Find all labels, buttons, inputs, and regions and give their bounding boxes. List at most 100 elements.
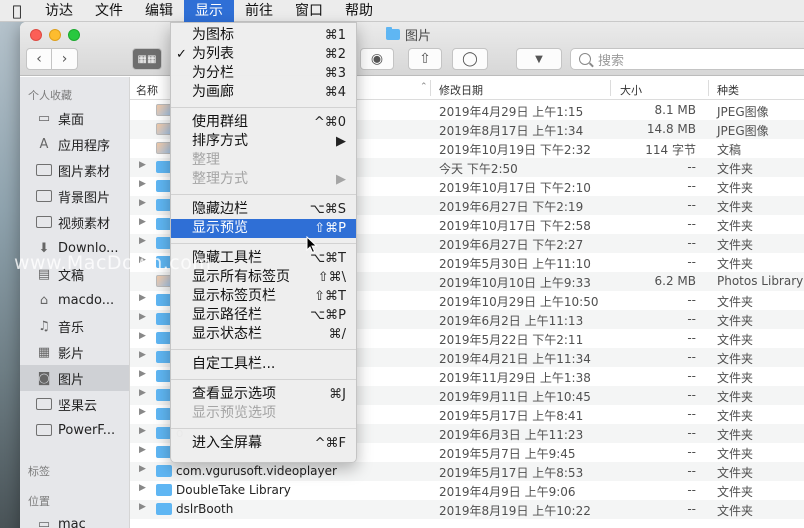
quicklook-button[interactable]: ◉: [360, 48, 394, 70]
disclosure-triangle-icon[interactable]: ▶: [139, 502, 146, 512]
row-date: 2019年4月29日 上午1:15: [439, 105, 584, 119]
sidebar-item-fav-7[interactable]: ⌂ macdo...: [20, 287, 129, 313]
row-size: --: [687, 160, 696, 174]
row-size: --: [687, 179, 696, 193]
share-button[interactable]: ⇧: [408, 48, 442, 70]
disclosure-triangle-icon[interactable]: ▶: [139, 217, 146, 227]
disclosure-triangle-icon[interactable]: ▶: [139, 350, 146, 360]
row-date: 2019年11月29日 上午1:38: [439, 371, 591, 385]
disclosure-triangle-icon[interactable]: ▶: [139, 483, 146, 493]
menu-item-label: 显示预览: [192, 220, 248, 236]
row-size: --: [687, 350, 696, 364]
menu-finder[interactable]: 访达: [34, 0, 84, 22]
close-window-button[interactable]: [30, 29, 42, 41]
menu-item-1[interactable]: ✓ 为列表 ⌘2: [171, 45, 356, 64]
folder-icon: [156, 465, 172, 477]
forward-button[interactable]: ›: [52, 48, 78, 70]
menu-view[interactable]: 显示: [184, 0, 234, 22]
music-icon: ♫: [38, 318, 50, 334]
sidebar-favorites-heading: 个人收藏: [28, 89, 72, 102]
sidebar-item-fav-3[interactable]: 背景图片: [20, 183, 129, 209]
column-header-kind[interactable]: 种类: [717, 82, 739, 98]
column-header-size[interactable]: 大小: [620, 82, 642, 98]
row-kind: 文件夹: [717, 333, 754, 347]
row-name: dslrBooth: [176, 502, 234, 516]
sidebar-item-fav-4[interactable]: 视频素材: [20, 209, 129, 235]
row-date: 2019年8月17日 上午1:34: [439, 124, 584, 138]
tag-button[interactable]: ◯: [452, 48, 488, 70]
disclosure-triangle-icon[interactable]: ▶: [139, 179, 146, 189]
menu-item-4[interactable]: 使用群组 ^⌘0: [171, 113, 356, 132]
menu-edit[interactable]: 编辑: [134, 0, 184, 22]
sidebar-item-fav-1[interactable]: A 应用程序: [20, 131, 129, 157]
sidebar-item-fav-10[interactable]: ◙ 图片: [20, 365, 129, 391]
sidebar-item-loc-0[interactable]: ▭ mac: [20, 511, 129, 528]
disclosure-triangle-icon[interactable]: ▶: [139, 369, 146, 379]
disclosure-triangle-icon[interactable]: ▶: [139, 236, 146, 246]
menu-go[interactable]: 前往: [234, 0, 284, 22]
menu-item-8[interactable]: 隐藏边栏 ⌥⌘S: [171, 200, 356, 219]
menu-item-9[interactable]: 显示预览 ⇧⌘P: [171, 219, 356, 238]
menu-item-2[interactable]: 为分栏 ⌘3: [171, 64, 356, 83]
back-button[interactable]: ‹: [26, 48, 52, 70]
disclosure-triangle-icon[interactable]: ▶: [139, 293, 146, 303]
grid-icon: ▦▦: [137, 53, 157, 65]
sidebar-item-label: macdo...: [58, 292, 115, 308]
row-kind: JPEG图像: [717, 105, 769, 119]
column-header-date[interactable]: 修改日期: [439, 82, 483, 98]
action-dropdown-button[interactable]: ▼: [516, 48, 562, 70]
table-row[interactable]: ▶ com.vgurusoft.videoplayer 2019年5月17日 上午8…: [130, 462, 804, 481]
disclosure-triangle-icon[interactable]: ▶: [139, 312, 146, 322]
menu-separator: [171, 428, 356, 429]
sidebar-item-label: 音乐: [58, 320, 85, 336]
menu-item-0[interactable]: 为图标 ⌘1: [171, 26, 356, 45]
row-date: 2019年6月2日 上午11:13: [439, 314, 584, 328]
checkmark-icon: ✓: [176, 47, 187, 62]
menu-item-14[interactable]: 显示状态栏 ⌘/: [171, 325, 356, 344]
apple-menu-icon[interactable]: : [0, 2, 34, 20]
zoom-window-button[interactable]: [68, 29, 80, 41]
menu-item-3[interactable]: 为画廊 ⌘4: [171, 83, 356, 102]
row-kind: 文件夹: [717, 238, 754, 252]
menu-help[interactable]: 帮助: [334, 0, 384, 22]
window-title: 图片: [386, 25, 431, 44]
disclosure-triangle-icon[interactable]: ▶: [139, 388, 146, 398]
disclosure-triangle-icon[interactable]: ▶: [139, 160, 146, 170]
movies-icon: ▦: [37, 344, 51, 360]
sidebar-item-fav-2[interactable]: 图片素材: [20, 157, 129, 183]
disclosure-triangle-icon[interactable]: ▶: [139, 198, 146, 208]
minimize-window-button[interactable]: [49, 29, 61, 41]
sidebar-item-fav-0[interactable]: ▭ 桌面: [20, 105, 129, 131]
menu-file[interactable]: 文件: [84, 0, 134, 22]
disclosure-triangle-icon[interactable]: ▶: [139, 407, 146, 417]
search-input[interactable]: 搜索: [570, 48, 804, 70]
column-header-name[interactable]: 名称: [136, 82, 158, 98]
table-row[interactable]: ▶ dslrBooth 2019年8月19日 上午10:22 -- 文件夹: [130, 500, 804, 519]
menu-item-label: 为分栏: [192, 65, 234, 81]
row-size: --: [687, 445, 696, 459]
sidebar-item-fav-9[interactable]: ▦ 影片: [20, 339, 129, 365]
menu-window[interactable]: 窗口: [284, 0, 334, 22]
menu-item-label: 查看显示选项: [192, 386, 276, 402]
menu-item-16[interactable]: 查看显示选项 ⌘J: [171, 385, 356, 404]
sidebar-item-fav-11[interactable]: 坚果云: [20, 391, 129, 417]
menu-separator: [171, 194, 356, 195]
menu-item-13[interactable]: 显示路径栏 ⌥⌘P: [171, 306, 356, 325]
disclosure-triangle-icon[interactable]: ▶: [139, 464, 146, 474]
menu-item-5[interactable]: 排序方式 ▶: [171, 132, 356, 151]
view-mode-button[interactable]: ▦▦: [132, 48, 162, 70]
table-row[interactable]: ▶ DoubleTake Library 2019年4月9日 上午9:06 -- 文件夹: [130, 481, 804, 500]
sidebar-item-fav-8[interactable]: ♫ 音乐: [20, 313, 129, 339]
row-kind: 文件夹: [717, 162, 754, 176]
folder-icon: [36, 164, 52, 176]
menu-item-15[interactable]: 自定工具栏...: [171, 355, 356, 374]
sidebar-item-fav-12[interactable]: PowerF...: [20, 417, 129, 443]
row-kind: 文件夹: [717, 466, 754, 480]
row-date: 2019年6月3日 上午11:23: [439, 428, 584, 442]
menu-item-12[interactable]: 显示标签页栏 ⇧⌘T: [171, 287, 356, 306]
disclosure-triangle-icon[interactable]: ▶: [139, 445, 146, 455]
row-size: 8.1 MB: [654, 103, 696, 117]
disclosure-triangle-icon[interactable]: ▶: [139, 426, 146, 436]
disclosure-triangle-icon[interactable]: ▶: [139, 331, 146, 341]
menu-item-18[interactable]: 进入全屏幕 ^⌘F: [171, 434, 356, 453]
